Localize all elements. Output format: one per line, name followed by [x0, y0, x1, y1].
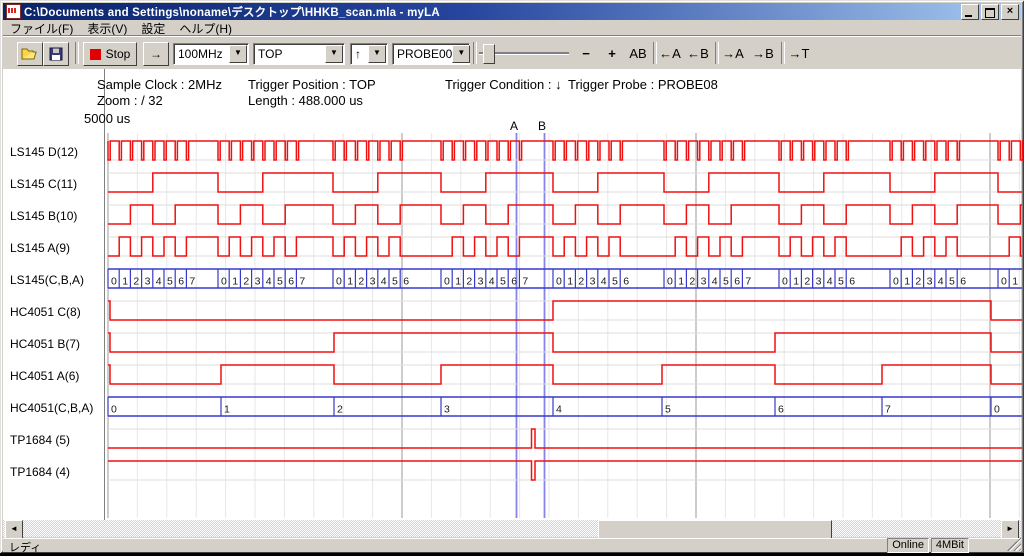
bus-value: 0 [336, 276, 342, 288]
bus-value: 6 [623, 276, 629, 288]
bus-value: 6 [849, 276, 855, 288]
bus-value: 0 [556, 276, 562, 288]
bus-value: 2 [358, 276, 364, 288]
bus-value: 2 [689, 276, 695, 288]
scrollbar-thumb[interactable] [598, 520, 832, 539]
bus-value: 0 [1001, 276, 1007, 288]
bus-value: 0 [782, 276, 788, 288]
bus-value: 0 [667, 276, 673, 288]
bus-value: 5 [392, 276, 398, 288]
bus-value: 1 [1012, 276, 1018, 288]
bus-value: 5 [723, 276, 729, 288]
bus-value: 5 [500, 276, 506, 288]
bus-value: 4 [381, 276, 387, 288]
app-window: C:\Documents and Settings\noname\デスクトップ\… [0, 0, 1024, 553]
bus-value: 1 [347, 276, 353, 288]
bus-value: 3 [590, 276, 596, 288]
waveform-trace [108, 173, 1022, 192]
bus-value: 5 [949, 276, 955, 288]
bus-value: 3 [927, 276, 933, 288]
resize-grip[interactable] [1007, 537, 1021, 551]
bus-value: 6 [734, 276, 740, 288]
bus-value: 1 [793, 276, 799, 288]
bus-value: 6 [288, 276, 294, 288]
bus-value: 3 [370, 276, 376, 288]
bus-value: 1 [678, 276, 684, 288]
bus-value: 0 [444, 276, 450, 288]
bus-value: 0 [994, 404, 1000, 416]
bus-value: 1 [567, 276, 573, 288]
scroll-left-button[interactable]: ◄ [5, 520, 23, 539]
bus-value: 1 [232, 276, 238, 288]
bus-value: 0 [893, 276, 899, 288]
bus-value: 7 [189, 276, 195, 288]
waveform-plot: 0123456701234567012345601234567012345601… [0, 0, 1024, 553]
bus-value: 3 [145, 276, 151, 288]
bus-value: 4 [489, 276, 495, 288]
status-bar: レディ Online 4MBit [3, 538, 1021, 552]
bus-value: 5 [665, 404, 671, 416]
bus-value: 5 [838, 276, 844, 288]
waveform-trace [108, 205, 1022, 224]
bus-value: 6 [778, 404, 784, 416]
bus-value: 5 [167, 276, 173, 288]
bus-value: 7 [745, 276, 751, 288]
waveform-trace [108, 333, 1022, 352]
bus-value: 6 [403, 276, 409, 288]
bus-value: 6 [511, 276, 517, 288]
horizontal-scrollbar[interactable]: ◄ ► [3, 520, 1021, 537]
bus-value: 2 [915, 276, 921, 288]
waveform-trace [108, 365, 1022, 384]
waveform-trace [108, 429, 1022, 448]
bus-value: 2 [133, 276, 139, 288]
waveform-trace [108, 237, 1022, 256]
bus-value: 7 [299, 276, 305, 288]
bus-value: 4 [712, 276, 718, 288]
status-online: Online [887, 538, 929, 553]
bus-value: 6 [178, 276, 184, 288]
bus-value: 2 [243, 276, 249, 288]
bus-value: 0 [111, 276, 117, 288]
bus-value: 1 [455, 276, 461, 288]
bus-value: 4 [156, 276, 162, 288]
bus-value: 4 [601, 276, 607, 288]
bus-value: 0 [221, 276, 227, 288]
waveform-trace [108, 301, 1022, 320]
status-memory: 4MBit [931, 538, 969, 553]
bus-value: 4 [266, 276, 272, 288]
bus-value: 3 [478, 276, 484, 288]
bus-value: 2 [337, 404, 343, 416]
bus-value: 3 [255, 276, 261, 288]
bus-value: 2 [804, 276, 810, 288]
bus-value: 7 [885, 404, 891, 416]
bus-value: 4 [827, 276, 833, 288]
bus-value: 2 [578, 276, 584, 288]
bus-value: 2 [466, 276, 472, 288]
bus-value: 1 [224, 404, 230, 416]
waveform-trace [108, 141, 1023, 160]
bus-value: 5 [277, 276, 283, 288]
bus-value: 6 [960, 276, 966, 288]
status-ready: レディ [9, 539, 41, 555]
bus-value: 3 [444, 404, 450, 416]
waveform-trace [108, 461, 1022, 480]
bus-value: 1 [904, 276, 910, 288]
bus-value: 4 [938, 276, 944, 288]
bus-value: 4 [556, 404, 562, 416]
bus-value: 7 [522, 276, 528, 288]
bus-value: 5 [612, 276, 618, 288]
bus-value: 3 [816, 276, 822, 288]
bus-value: 1 [122, 276, 128, 288]
bus-value: 3 [701, 276, 707, 288]
scroll-right-icon: ► [1006, 524, 1014, 533]
bus-value: 0 [111, 404, 117, 416]
scroll-left-icon: ◄ [10, 524, 18, 533]
